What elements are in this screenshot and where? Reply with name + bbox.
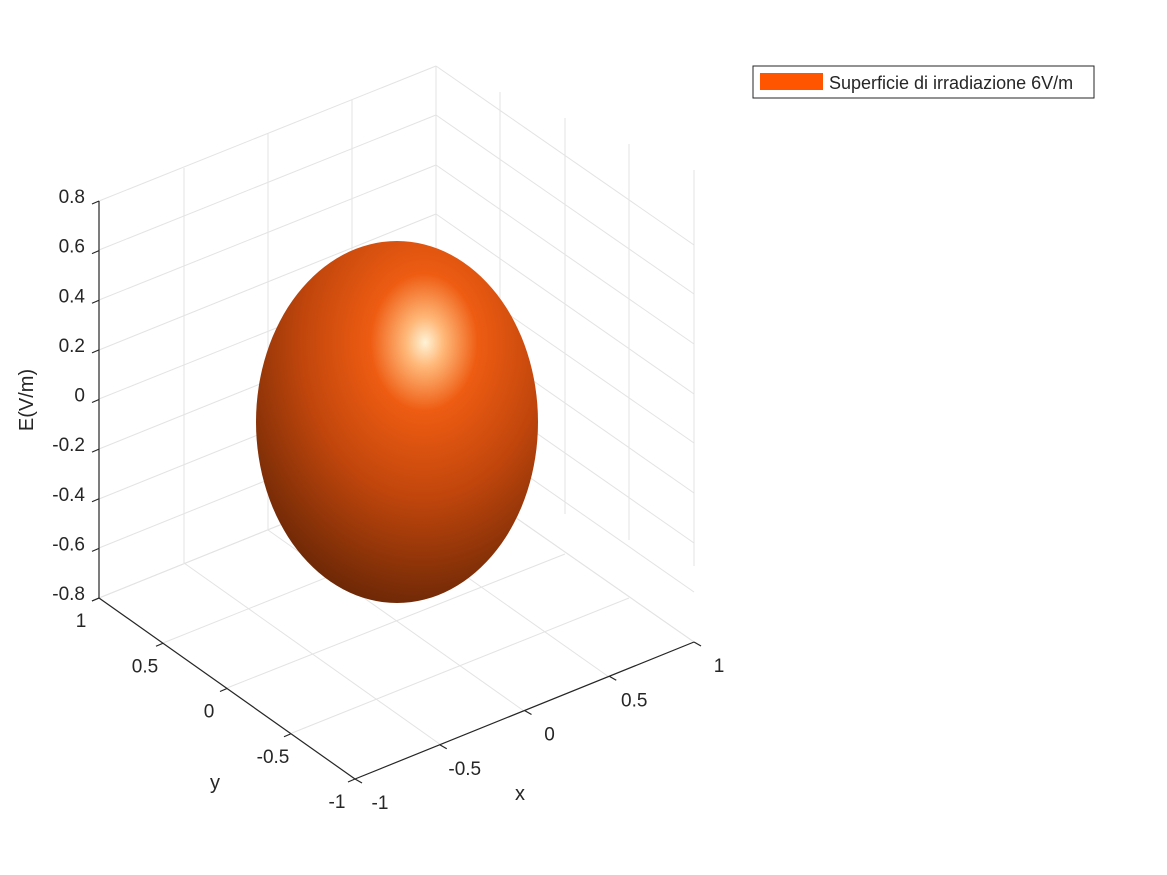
x-tick-label: 0.5	[621, 690, 647, 711]
y-tick-mark	[91, 597, 100, 602]
x-tick-label: 0	[544, 725, 555, 746]
z-tick-mark	[91, 349, 100, 354]
z-tick-label: 0.6	[59, 237, 85, 258]
z-tick-mark	[91, 299, 100, 304]
x-tick-mark	[439, 744, 448, 750]
ellipsoid-surface	[256, 241, 538, 603]
y-tick-label: 1	[76, 611, 87, 632]
z-axis-label: E(V/m)	[16, 369, 38, 431]
x-tick-mark	[608, 675, 617, 681]
z-tick-label: 0	[74, 386, 85, 407]
x-tick-label: -1	[372, 793, 389, 814]
x-tick-mark	[693, 641, 702, 647]
z-tick-label: 0.4	[59, 286, 86, 307]
y-tick-label: 0.5	[132, 656, 158, 677]
legend-label: Superficie di irradiazione 6V/m	[829, 73, 1073, 93]
x-axis-ticks: -1 -0.5 0 0.5 1	[354, 641, 725, 814]
x-tick-mark	[354, 778, 363, 784]
legend[interactable]: Superficie di irradiazione 6V/m	[752, 65, 1095, 99]
y-tick-label: 0	[204, 702, 215, 723]
z-tick-mark	[91, 250, 100, 255]
y-axis-label: y	[210, 772, 220, 794]
y-tick-mark	[283, 733, 292, 738]
y-tick-mark	[155, 642, 164, 647]
z-tick-label: 0.2	[59, 336, 85, 357]
z-tick-mark	[91, 200, 100, 205]
z-tick-mark	[91, 498, 100, 503]
legend-swatch	[760, 73, 823, 90]
z-tick-mark	[91, 547, 100, 552]
y-tick-mark	[347, 778, 356, 783]
y-tick-label: -1	[329, 792, 346, 813]
x-tick-mark	[524, 709, 532, 716]
z-tick-label: -0.4	[52, 485, 85, 506]
y-tick-mark	[219, 687, 228, 693]
z-tick-mark	[91, 398, 100, 404]
x-tick-label: -0.5	[448, 759, 481, 780]
x-axis-label: x	[515, 783, 525, 805]
z-axis-ticks: -0.8 -0.6 -0.4 -0.2 0 0.2 0.4 0.6 0.8	[52, 187, 100, 605]
y-tick-label: -0.5	[257, 747, 290, 768]
z-tick-label: -0.6	[52, 534, 85, 555]
x-tick-label: 1	[714, 656, 725, 677]
z-tick-label: -0.2	[52, 435, 85, 456]
chart-figure: -0.8 -0.6 -0.4 -0.2 0 0.2 0.4 0.6 0.8 -1 -0.5 0 0.5…	[16, 65, 1095, 814]
ellipsoid-body	[256, 241, 538, 603]
z-tick-label: 0.8	[59, 187, 85, 208]
z-tick-mark	[91, 448, 100, 453]
z-tick-label: -0.8	[52, 584, 85, 605]
